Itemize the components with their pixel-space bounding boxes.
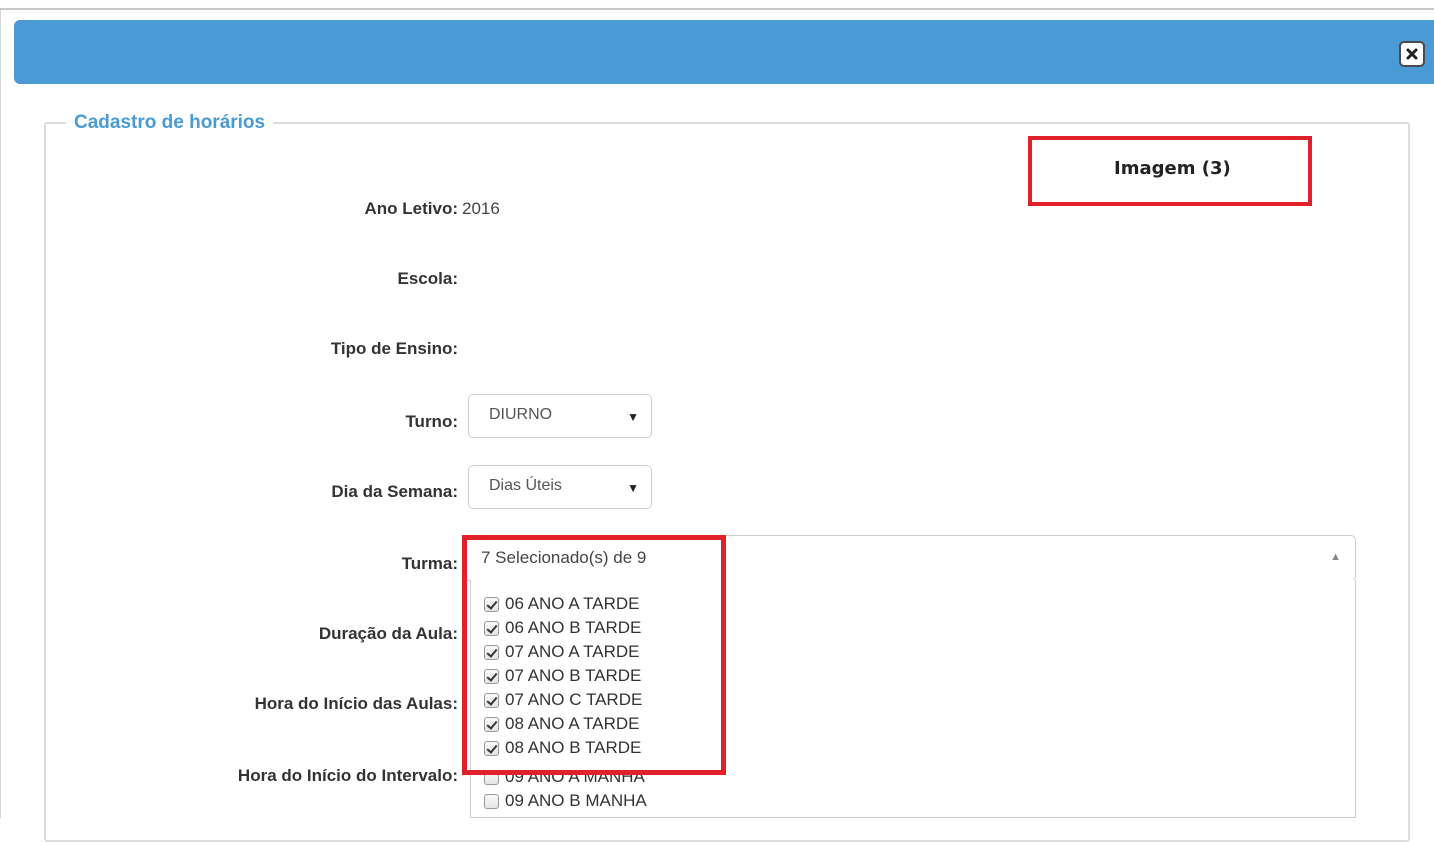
escola-label: Escola: [397,269,458,288]
checkbox[interactable] [484,716,499,732]
tipo-ensino-label: Tipo de Ensino: [330,339,458,358]
turma-option[interactable]: 07 ANO A TARDE [484,640,640,664]
turma-multiselect[interactable]: 7 Selecionado(s) de 9 ▲ [464,535,1356,581]
checkbox[interactable] [484,620,499,636]
modal-border [0,10,1,818]
hora-inicio-intervalo-label: Hora do Início do Intervalo: [237,766,458,785]
checkbox[interactable] [484,596,499,612]
ano-letivo-label: Ano Letivo: [364,199,459,218]
turma-label: Turma: [401,554,458,573]
turma-option[interactable]: 07 ANO B TARDE [484,664,641,688]
close-icon [1406,48,1418,60]
turma-option[interactable]: 09 ANO B MANHA [484,789,647,813]
close-button[interactable] [1399,41,1425,67]
turma-option-label: 06 ANO A TARDE [505,594,640,613]
checkbox[interactable] [484,793,499,809]
checkbox[interactable] [484,692,499,708]
turno-select[interactable]: DIURNO ▼ [468,394,652,438]
checkbox[interactable] [484,644,499,660]
dia-semana-label: Dia da Semana: [331,482,458,501]
hora-inicio-aulas-label: Hora do Início das Aulas: [254,694,458,713]
turma-option-label: 07 ANO C TARDE [505,690,643,709]
turma-option-label: 07 ANO A TARDE [505,642,640,661]
turno-select-value: DIURNO [489,406,553,423]
turno-label: Turno: [405,412,458,431]
caret-down-icon: ▼ [627,481,639,495]
turma-option-label: 08 ANO A TARDE [505,714,640,733]
turma-option[interactable]: 08 ANO A TARDE [484,712,640,736]
turma-option-label: 09 ANO B MANHA [505,791,647,810]
dia-semana-select-value: Dias Úteis [489,477,562,494]
caret-down-icon: ▼ [627,410,639,424]
turma-option-label: 09 ANO A MANHA [505,767,645,786]
modal-header [14,20,1434,84]
turma-option[interactable]: 08 ANO B TARDE [484,736,641,760]
turma-option[interactable]: 06 ANO A TARDE [484,592,640,616]
turma-option-label: 06 ANO B TARDE [505,618,642,637]
checkbox[interactable] [484,668,499,684]
duracao-aula-label: Duração da Aula: [318,624,458,643]
turma-selected-summary: 7 Selecionado(s) de 9 [481,548,647,567]
turma-option[interactable]: 09 ANO A MANHA [484,765,645,789]
turma-option-label: 07 ANO B TARDE [505,666,642,685]
dia-semana-select[interactable]: Dias Úteis ▼ [468,465,652,509]
fieldset-legend: Cadastro de horários [66,112,274,134]
checkbox[interactable] [484,740,499,756]
annotation-label: Imagem (3) [1114,158,1231,179]
turma-option-label: 08 ANO B TARDE [505,738,642,757]
turma-option[interactable]: 06 ANO B TARDE [484,616,641,640]
top-divider [0,8,1434,10]
checkbox[interactable] [484,769,499,785]
ano-letivo-value: 2016 [462,199,500,218]
turma-option[interactable]: 07 ANO C TARDE [484,688,642,712]
caret-up-icon: ▲ [1330,551,1341,563]
